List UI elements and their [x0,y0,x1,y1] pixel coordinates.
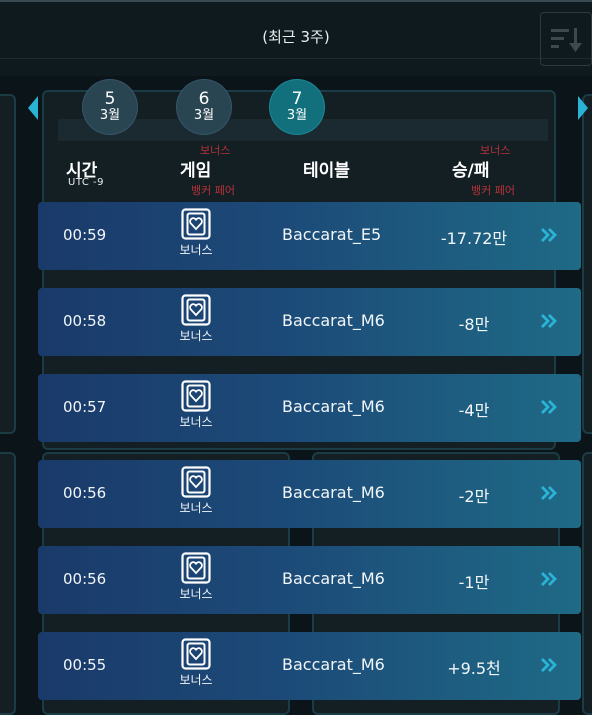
double-chevron-right-icon[interactable] [540,568,558,594]
column-header-table: 테이블 [303,161,350,181]
row-game-label: 보너스 [179,587,213,601]
scroll-right-icon[interactable] [578,96,588,120]
row-game-label: 보너스 [179,501,213,515]
double-chevron-right-icon[interactable] [540,224,558,250]
double-chevron-svg [541,228,557,242]
row-game-label: 보너스 [179,415,213,429]
double-chevron-svg [541,658,557,672]
row-table: Baccarat_E5 [282,225,382,244]
date-month: 3월 [193,108,215,123]
row-table: Baccarat_M6 [282,311,385,330]
double-chevron-right-icon[interactable] [540,482,558,508]
row-result: +9.5천 [447,659,501,678]
card-heart-icon [181,638,211,670]
row-game: 보너스 [174,294,218,344]
row-time: 00:59 [63,226,107,244]
timezone-label: UTC -9 [68,177,104,188]
history-row[interactable]: 00:56 보너스 Baccarat_M6 -2만 [38,460,581,528]
sort-button[interactable] [540,12,592,66]
sort-descending-icon [551,28,582,52]
history-row[interactable]: 00:56 보너스 Baccarat_M6 -1만 [38,546,581,614]
row-result: -1만 [458,573,490,592]
history-header: (최근 3주) [0,0,592,76]
date-day: 5 [104,89,116,109]
double-chevron-right-icon[interactable] [540,310,558,336]
row-time: 00:55 [63,656,107,674]
date-month: 3월 [286,108,308,123]
background-banker-pair-text: 뱅커 페어 [471,184,515,197]
row-time: 00:56 [63,570,107,588]
scroll-left-icon[interactable] [28,96,38,120]
column-header-result: 승/패 [452,161,490,181]
date-chip-7[interactable]: 7 3월 [270,80,324,134]
header-divider [0,58,592,59]
double-chevron-right-icon[interactable] [540,396,558,422]
card-heart-icon [181,294,211,326]
row-table: Baccarat_M6 [282,569,385,588]
row-time: 00:58 [63,312,107,330]
double-chevron-right-icon[interactable] [540,654,558,680]
background-card [582,452,592,715]
card-heart-icon [181,208,211,240]
row-game: 보너스 [174,208,218,258]
row-game: 보너스 [174,552,218,602]
row-result: -2만 [458,487,490,506]
double-chevron-svg [541,314,557,328]
background-card [582,94,592,434]
background-banker-pair-text: 뱅커 페어 [191,184,235,197]
date-day: 7 [291,89,303,109]
header-title: (최근 3주) [262,28,330,46]
date-chip-5[interactable]: 5 3월 [83,80,137,134]
row-game-label: 보너스 [179,329,213,343]
double-chevron-svg [541,486,557,500]
date-chip-6[interactable]: 6 3월 [177,80,231,134]
row-game-label: 보너스 [179,673,213,687]
row-table: Baccarat_M6 [282,397,385,416]
row-time: 00:56 [63,484,107,502]
column-header-game: 게임 [180,161,212,181]
row-result: -8만 [458,315,490,334]
row-time: 00:57 [63,398,107,416]
row-game: 보너스 [174,380,218,430]
card-heart-icon [181,552,211,584]
row-game-label: 보너스 [179,243,213,257]
date-day: 6 [198,89,210,109]
background-card [0,452,16,715]
row-table: Baccarat_M6 [282,483,385,502]
history-row[interactable]: 00:55 보너스 Baccarat_M6 +9.5천 [38,632,581,700]
row-result: -4만 [458,401,490,420]
double-chevron-svg [541,400,557,414]
history-row[interactable]: 00:58 보너스 Baccarat_M6 -8만 [38,288,581,356]
row-game: 보너스 [174,466,218,516]
card-heart-icon [181,380,211,412]
history-row[interactable]: 00:57 보너스 Baccarat_M6 -4만 [38,374,581,442]
background-card [0,94,16,434]
row-game: 보너스 [174,638,218,688]
card-heart-icon [181,466,211,498]
double-chevron-svg [541,572,557,586]
row-result: -17.72만 [440,229,508,248]
row-table: Baccarat_M6 [282,655,385,674]
history-row[interactable]: 00:59 보너스 Baccarat_E5 -17.72만 [38,202,581,270]
date-month: 3월 [99,108,121,123]
